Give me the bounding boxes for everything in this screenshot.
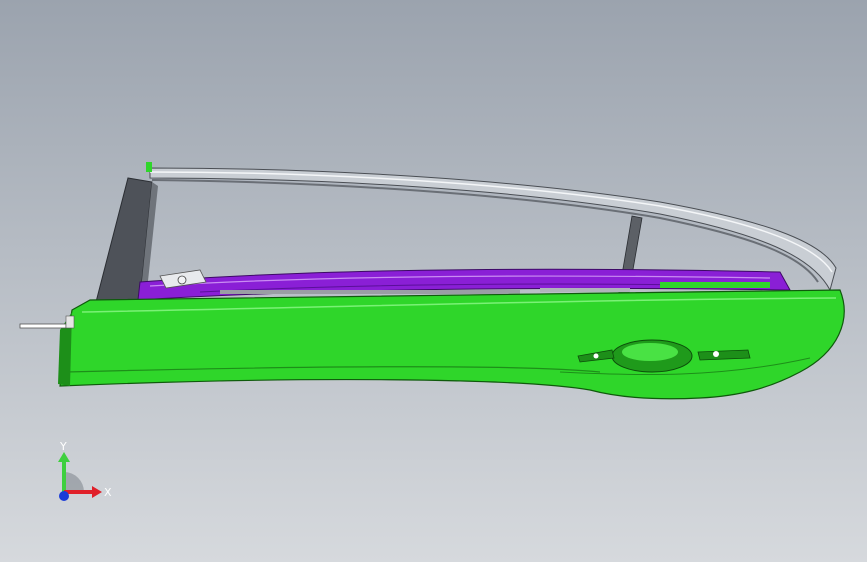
car-door-model[interactable] xyxy=(0,0,867,562)
triad-plane-wedge xyxy=(64,472,84,492)
z-axis-dot xyxy=(59,491,69,501)
y-axis-label: Y xyxy=(59,440,67,453)
x-axis-arrowhead xyxy=(92,486,102,498)
y-axis-arrowhead xyxy=(58,452,70,462)
x-axis-label: X xyxy=(104,486,112,499)
coordinate-triad: Y X xyxy=(58,440,112,501)
graphics-viewport[interactable]: Y X xyxy=(0,0,867,562)
door-outer-panel[interactable] xyxy=(19,289,845,400)
